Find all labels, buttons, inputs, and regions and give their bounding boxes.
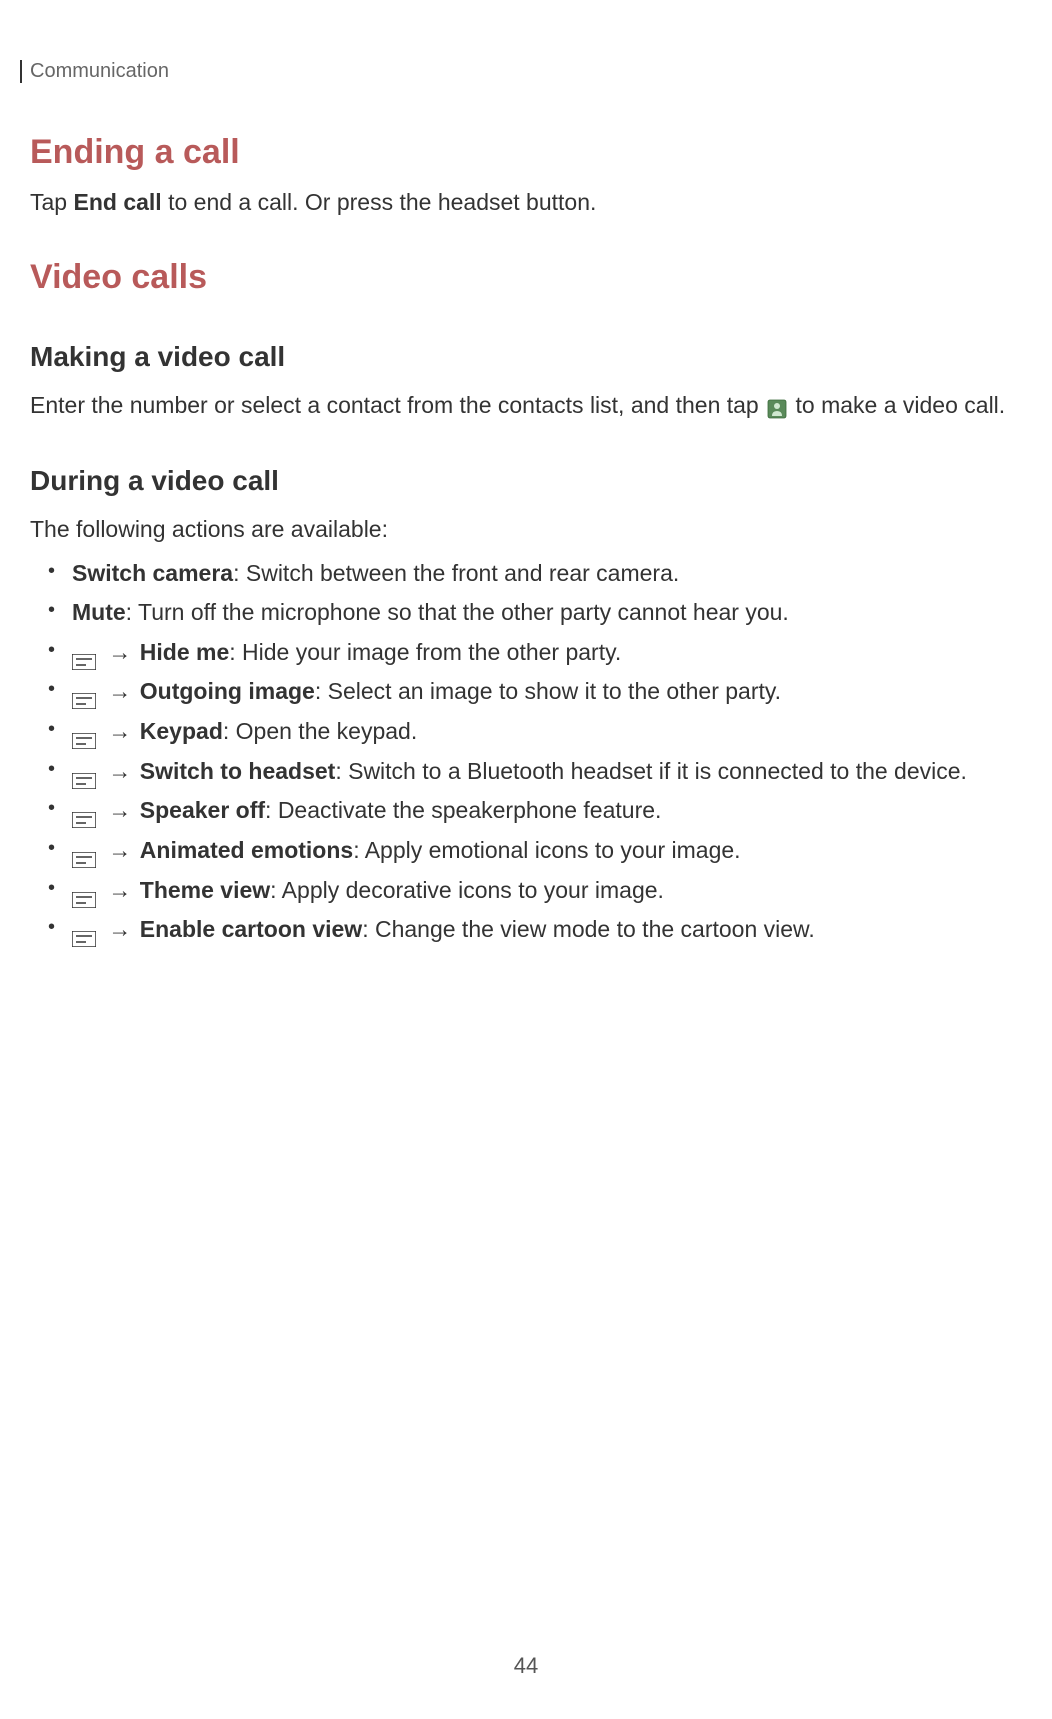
- item-bold: Enable cartoon view: [140, 916, 362, 942]
- arrow: →: [102, 837, 138, 863]
- item-bold: Switch camera: [72, 560, 233, 586]
- menu-icon: [72, 803, 96, 819]
- page-header: Communication: [20, 60, 1022, 83]
- making-video-text: Enter the number or select a contact fro…: [30, 389, 1022, 421]
- list-item: → Speaker off: Deactivate the speakerpho…: [30, 793, 1022, 829]
- list-item: Mute: Turn off the microphone so that th…: [30, 595, 1022, 631]
- arrow: →: [102, 678, 138, 704]
- video-call-icon: [767, 395, 787, 415]
- list-item: → Outgoing image: Select an image to sho…: [30, 674, 1022, 710]
- subsection-during: During a video call: [30, 465, 1022, 497]
- text: to make a video call.: [789, 392, 1005, 418]
- list-item: → Animated emotions: Apply emotional ico…: [30, 833, 1022, 869]
- item-bold: Switch to headset: [140, 758, 336, 784]
- item-bold: Animated emotions: [140, 837, 353, 863]
- item-rest: : Deactivate the speakerphone feature.: [265, 797, 661, 823]
- arrow: →: [102, 639, 138, 665]
- text: to end a call. Or press the headset butt…: [162, 189, 597, 215]
- menu-icon: [72, 883, 96, 899]
- end-call-bold: End call: [73, 189, 161, 215]
- list-item: → Keypad: Open the keypad.: [30, 714, 1022, 750]
- item-rest: : Turn off the microphone so that the ot…: [126, 599, 789, 625]
- menu-icon: [72, 684, 96, 700]
- list-item: → Theme view: Apply decorative icons to …: [30, 873, 1022, 909]
- text: Tap: [30, 189, 73, 215]
- arrow: →: [102, 877, 138, 903]
- menu-icon: [72, 724, 96, 740]
- arrow: →: [102, 916, 138, 942]
- list-item: → Enable cartoon view: Change the view m…: [30, 912, 1022, 948]
- item-bold: Outgoing image: [140, 678, 315, 704]
- item-rest: : Open the keypad.: [223, 718, 417, 744]
- arrow: →: [102, 718, 138, 744]
- item-bold: Keypad: [140, 718, 223, 744]
- item-rest: : Hide your image from the other party.: [229, 639, 621, 665]
- item-rest: : Apply emotional icons to your image.: [353, 837, 740, 863]
- section-title-video: Video calls: [30, 258, 1022, 297]
- menu-icon: [72, 922, 96, 938]
- item-rest: : Change the view mode to the cartoon vi…: [362, 916, 815, 942]
- item-bold: Mute: [72, 599, 126, 625]
- arrow: →: [102, 797, 138, 823]
- subsection-making: Making a video call: [30, 341, 1022, 373]
- ending-call-text: Tap End call to end a call. Or press the…: [30, 186, 1022, 218]
- text: Enter the number or select a contact fro…: [30, 392, 765, 418]
- item-bold: Theme view: [140, 877, 270, 903]
- arrow: →: [102, 758, 138, 784]
- item-bold: Hide me: [140, 639, 229, 665]
- item-rest: : Select an image to show it to the othe…: [315, 678, 781, 704]
- list-item: Switch camera: Switch between the front …: [30, 556, 1022, 592]
- item-rest: : Switch between the front and rear came…: [233, 560, 679, 586]
- section-title-ending: Ending a call: [30, 133, 1022, 172]
- page-number: 44: [0, 1653, 1052, 1679]
- list-item: → Hide me: Hide your image from the othe…: [30, 635, 1022, 671]
- during-intro: The following actions are available:: [30, 513, 1022, 545]
- menu-icon: [72, 764, 96, 780]
- action-list: Switch camera: Switch between the front …: [30, 556, 1022, 948]
- menu-icon: [72, 645, 96, 661]
- menu-icon: [72, 843, 96, 859]
- item-bold: Speaker off: [140, 797, 265, 823]
- item-rest: : Apply decorative icons to your image.: [270, 877, 664, 903]
- item-rest: : Switch to a Bluetooth headset if it is…: [335, 758, 967, 784]
- list-item: → Switch to headset: Switch to a Bluetoo…: [30, 754, 1022, 790]
